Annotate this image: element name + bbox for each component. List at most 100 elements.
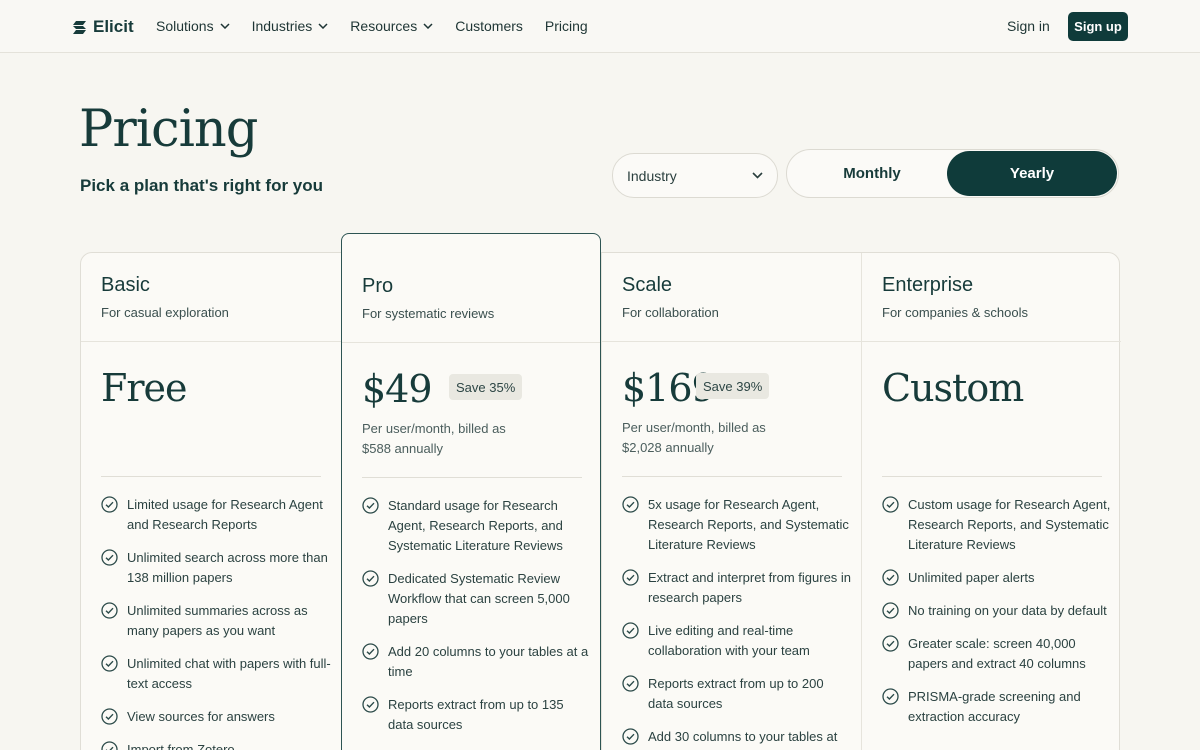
feature-item: No training on your data by default xyxy=(882,601,1112,621)
check-circle-icon xyxy=(362,643,379,660)
feature-item: Live editing and real-time collaboration… xyxy=(622,621,852,661)
brand-name: Elicit xyxy=(93,17,134,36)
nav-customers[interactable]: Customers xyxy=(455,18,523,34)
plan-name: Basic xyxy=(101,274,150,296)
billing-period-toggle: Monthly Yearly xyxy=(786,149,1119,198)
nav-resources[interactable]: Resources xyxy=(350,18,433,34)
feature-item: Limited usage for Research Agent and Res… xyxy=(101,495,331,535)
feature-text: Unlimited paper alerts xyxy=(908,570,1035,585)
check-circle-icon xyxy=(622,496,639,513)
feature-text: Limited usage for Research Agent and Res… xyxy=(127,497,323,532)
feature-item: Unlimited paper alerts xyxy=(882,568,1112,588)
plan-card-basic: Basic For casual exploration Free Limite… xyxy=(81,253,341,750)
nav-solutions[interactable]: Solutions xyxy=(156,18,230,34)
nav-label: Industries xyxy=(251,18,313,34)
nav-label: Pricing xyxy=(544,18,588,34)
billing-note: Per user/month, billed as $588 annually xyxy=(362,419,562,459)
feature-text: Live editing and real-time collaboration… xyxy=(648,623,810,658)
nav-industries[interactable]: Industries xyxy=(252,18,329,34)
feature-text: Extract and interpret from figures in re… xyxy=(648,570,852,605)
check-circle-icon xyxy=(362,696,379,713)
industry-select-value: Industry xyxy=(627,167,677,184)
feature-text: Unlimited search across more than 138 mi… xyxy=(127,550,328,585)
feature-item: Custom usage for Research Agent, Researc… xyxy=(882,495,1112,555)
chevron-down-icon xyxy=(220,23,230,29)
billing-line: Per user/month, billed as xyxy=(362,421,506,436)
plan-description: For companies & schools xyxy=(882,305,1028,320)
feature-text: Dedicated Systematic Review Workflow tha… xyxy=(388,571,570,626)
divider xyxy=(362,477,582,478)
check-circle-icon xyxy=(882,602,899,619)
plan-description: For casual exploration xyxy=(101,305,229,320)
feature-text: Reports extract from up to 200 data sour… xyxy=(648,676,824,711)
nav-label: Solutions xyxy=(156,18,214,34)
plan-price: Free xyxy=(101,366,188,410)
divider xyxy=(101,476,321,477)
feature-item: Dedicated Systematic Review Workflow tha… xyxy=(362,569,592,629)
feature-item: Unlimited summaries across as many paper… xyxy=(101,601,331,641)
page-title: Pricing xyxy=(79,100,258,159)
page-subtitle: Pick a plan that's right for you xyxy=(80,176,324,195)
monthly-option[interactable]: Monthly xyxy=(787,150,957,197)
main-nav: Solutions Industries Resources Customers… xyxy=(156,18,588,34)
feature-item: Add 30 columns to your tables at xyxy=(622,727,852,747)
feature-text: Add 20 columns to your tables at a time xyxy=(388,644,589,679)
pricing-plans: Basic For casual exploration Free Limite… xyxy=(80,233,1121,750)
feature-text: Unlimited summaries across as many paper… xyxy=(127,603,308,638)
chevron-down-icon xyxy=(752,172,763,179)
yearly-option[interactable]: Yearly xyxy=(947,151,1117,196)
feature-text: Standard usage for Research Agent, Resea… xyxy=(388,498,563,553)
elicit-logo[interactable]: Elicit xyxy=(72,16,134,38)
feature-item: Add 20 columns to your tables at a time xyxy=(362,642,592,682)
billing-line: $2,028 annually xyxy=(622,440,714,455)
feature-text: PRISMA-grade screening and extraction ac… xyxy=(908,689,1081,724)
check-circle-icon xyxy=(362,570,379,587)
feature-text: 5x usage for Research Agent, Research Re… xyxy=(648,497,849,552)
nav-label: Resources xyxy=(350,18,418,34)
check-circle-icon xyxy=(101,496,118,513)
feature-text: View sources for answers xyxy=(127,709,275,724)
plan-header: Pro For systematic reviews xyxy=(342,254,600,343)
feature-item: Import from Zotero xyxy=(101,740,331,750)
feature-item: 5x usage for Research Agent, Research Re… xyxy=(622,495,852,555)
plan-card-pro: Pro For systematic reviews $49 Save 35% … xyxy=(341,233,601,750)
feature-item: PRISMA-grade screening and extraction ac… xyxy=(882,687,1112,727)
feature-item: View sources for answers xyxy=(101,707,331,727)
billing-note: Per user/month, billed as $2,028 annuall… xyxy=(622,418,822,458)
feature-list: Standard usage for Research Agent, Resea… xyxy=(362,496,592,748)
feature-item: Greater scale: screen 40,000 papers and … xyxy=(882,634,1112,674)
check-circle-icon xyxy=(882,569,899,586)
plan-name: Enterprise xyxy=(882,274,974,296)
check-circle-icon xyxy=(101,741,118,750)
elicit-logo-icon xyxy=(73,20,86,34)
check-circle-icon xyxy=(362,497,379,514)
feature-list: Limited usage for Research Agent and Res… xyxy=(101,495,331,750)
plan-header: Basic For casual exploration xyxy=(81,253,341,342)
plan-name: Scale xyxy=(622,274,673,296)
billing-line: Per user/month, billed as xyxy=(622,420,766,435)
feature-item: Reports extract from up to 200 data sour… xyxy=(622,674,852,714)
plan-price: Custom xyxy=(882,366,1024,410)
check-circle-icon xyxy=(622,622,639,639)
check-circle-icon xyxy=(622,569,639,586)
check-circle-icon xyxy=(622,728,639,745)
billing-line: $588 annually xyxy=(362,441,443,456)
sign-in-link[interactable]: Sign in xyxy=(1007,18,1050,34)
check-circle-icon xyxy=(882,496,899,513)
feature-item: Unlimited search across more than 138 mi… xyxy=(101,548,331,588)
feature-text: Greater scale: screen 40,000 papers and … xyxy=(908,636,1086,671)
feature-text: No training on your data by default xyxy=(908,603,1107,618)
check-circle-icon xyxy=(622,675,639,692)
nav-label: Customers xyxy=(455,18,523,34)
feature-item: Reports extract from up to 135 data sour… xyxy=(362,695,592,735)
nav-pricing[interactable]: Pricing xyxy=(545,18,588,34)
feature-text: Add 30 columns to your tables at xyxy=(648,729,838,744)
sign-up-button[interactable]: Sign up xyxy=(1068,12,1128,41)
feature-list: Custom usage for Research Agent, Researc… xyxy=(882,495,1112,740)
feature-item: Extract and interpret from figures in re… xyxy=(622,568,852,608)
top-navigation-bar: Elicit Solutions Industries Resources Cu… xyxy=(0,0,1200,53)
plan-card-scale: Scale For collaboration $169 Save 39% Pe… xyxy=(601,253,861,750)
feature-text: Reports extract from up to 135 data sour… xyxy=(388,697,564,732)
check-circle-icon xyxy=(101,708,118,725)
industry-select[interactable]: Industry xyxy=(612,153,778,198)
